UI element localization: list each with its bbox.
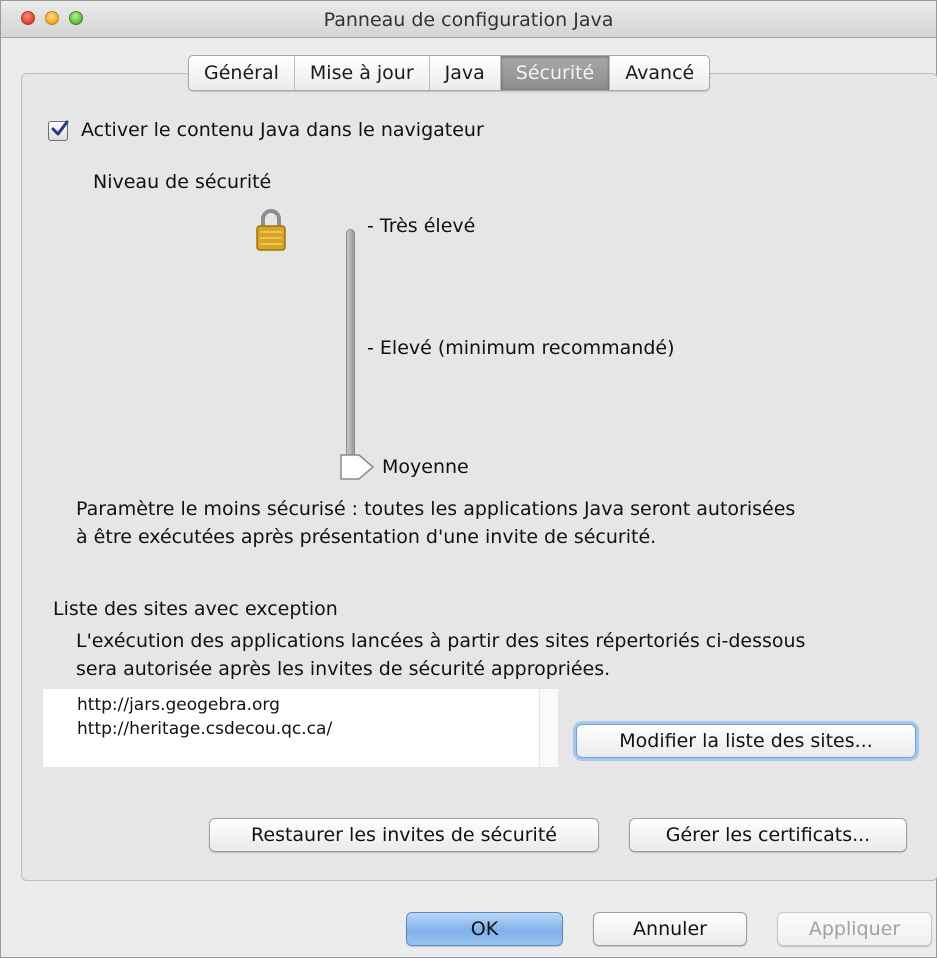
enable-java-label[interactable]: Activer le contenu Java dans le navigate… [81, 119, 484, 141]
security-level-slider-track[interactable] [346, 229, 355, 465]
site-list-scrollbar[interactable] [539, 689, 558, 767]
security-level-heading: Niveau de sécurité [93, 171, 272, 193]
level-high-label: Elevé (minimum recommandé) [379, 337, 675, 359]
ok-button[interactable]: OK [406, 912, 563, 946]
level-very-high-label: Très élevé [379, 215, 476, 237]
enable-java-checkbox[interactable] [48, 120, 69, 141]
level-medium-label: Moyenne [382, 456, 469, 478]
manage-certificates-button[interactable]: Gérer les certificats... [629, 818, 907, 852]
level-high: - Elevé (minimum recommandé) [367, 337, 675, 359]
apply-button[interactable]: Appliquer [777, 912, 932, 946]
lock-icon [256, 209, 286, 251]
edit-site-list-button[interactable]: Modifier la liste des sites... [576, 724, 916, 758]
level-description-line2: à être exécutées après présentation d'un… [76, 526, 657, 548]
window-title: Panneau de configuration Java [323, 9, 614, 31]
level-description-line1: Paramètre le moins sécurisé : toutes les… [76, 498, 796, 520]
tab-update[interactable]: Mise à jour [295, 56, 430, 90]
level-very-high: - Très élevé [367, 215, 476, 237]
cancel-button[interactable]: Annuler [593, 912, 747, 946]
exception-site-list[interactable]: http://jars.geogebra.org http://heritage… [43, 689, 557, 767]
exception-description-line2: sera autorisée après les invites de sécu… [76, 658, 611, 680]
tab-general[interactable]: Général [189, 56, 295, 90]
restore-security-prompts-button[interactable]: Restaurer les invites de sécurité [209, 818, 599, 852]
site-list-item[interactable]: http://heritage.csdecou.qc.ca/ [77, 717, 557, 741]
exception-description-line1: L'exécution des applications lancées à p… [76, 630, 806, 652]
tab-advanced[interactable]: Avancé [610, 56, 709, 90]
security-level-slider-thumb[interactable] [339, 453, 375, 481]
tab-bar: Général Mise à jour Java Sécurité Avancé [188, 55, 711, 91]
exception-list-heading: Liste des sites avec exception [53, 598, 338, 620]
tab-security[interactable]: Sécurité [500, 56, 611, 90]
java-control-panel-window: Panneau de configuration Java Général Mi… [0, 0, 937, 958]
checkmark-icon [51, 120, 69, 136]
tab-java[interactable]: Java [430, 56, 501, 90]
title-bar[interactable]: Panneau de configuration Java [1, 1, 936, 38]
site-list-item[interactable]: http://jars.geogebra.org [77, 693, 557, 717]
